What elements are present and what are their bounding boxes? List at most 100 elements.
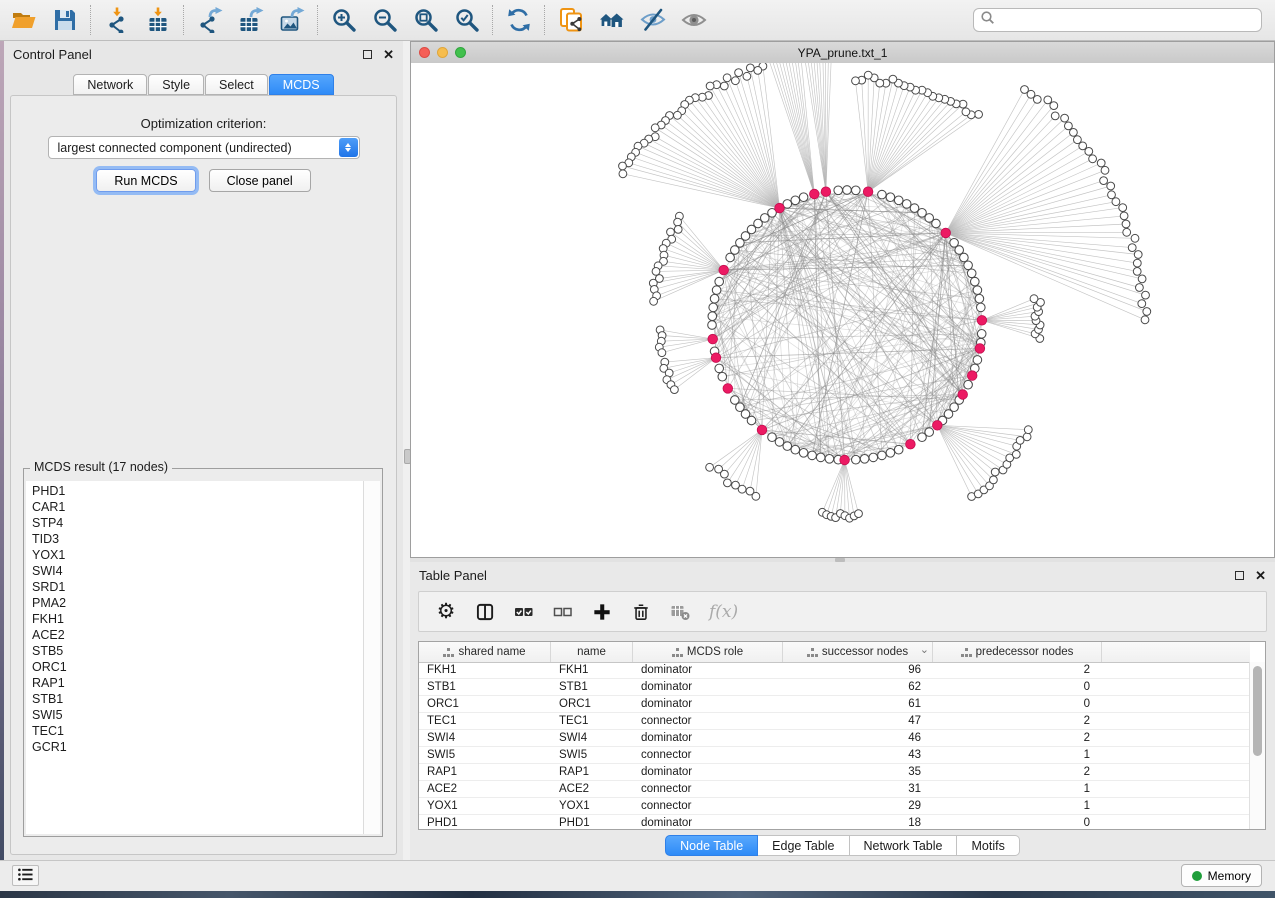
run-mcds-button[interactable]: Run MCDS [96, 169, 195, 192]
mcds-result-item[interactable]: SRD1 [32, 579, 364, 595]
table-row[interactable]: TEC1TEC1connector472 [419, 713, 1250, 730]
cell-MCDS-role[interactable]: connector [633, 800, 783, 812]
optimization-criterion-select[interactable]: largest connected component (undirected) [48, 136, 360, 159]
cell-shared-name[interactable]: PHD1 [419, 817, 551, 829]
cell-name[interactable]: FKH1 [551, 664, 633, 676]
cell-MCDS-role[interactable]: dominator [633, 698, 783, 710]
tab-node-table[interactable]: Node Table [665, 835, 758, 856]
delete-columns-icon[interactable] [631, 601, 651, 623]
column-header-predecessor-nodes[interactable]: predecessor nodes [933, 642, 1102, 662]
column-header-name[interactable]: name [551, 642, 633, 662]
cell-name[interactable]: YOX1 [551, 800, 633, 812]
cell-MCDS-role[interactable]: connector [633, 749, 783, 761]
search-input[interactable] [996, 10, 1261, 30]
add-column-icon[interactable] [592, 601, 612, 623]
column-header-successor-nodes[interactable]: successor nodes⌄ [783, 642, 933, 662]
cell-name[interactable]: TEC1 [551, 715, 633, 727]
import-network-icon[interactable] [103, 7, 130, 34]
zoom-in-icon[interactable] [330, 7, 357, 34]
cell-name[interactable]: RAP1 [551, 766, 633, 778]
result-list-scrollbar[interactable] [363, 481, 380, 834]
mcds-result-item[interactable]: GCR1 [32, 739, 364, 755]
cell-successor-nodes[interactable]: 47 [783, 715, 933, 727]
cell-shared-name[interactable]: STB1 [419, 681, 551, 693]
cell-successor-nodes[interactable]: 35 [783, 766, 933, 778]
cell-MCDS-role[interactable]: dominator [633, 817, 783, 829]
close-panel-icon[interactable]: ✕ [1255, 571, 1266, 580]
table-row[interactable]: ORC1ORC1dominator610 [419, 696, 1250, 713]
task-history-button[interactable] [12, 865, 39, 886]
cell-successor-nodes[interactable]: 61 [783, 698, 933, 710]
cell-predecessor-nodes[interactable]: 2 [933, 732, 1102, 744]
table-row[interactable]: SWI4SWI4dominator462 [419, 730, 1250, 747]
close-panel-icon[interactable]: ✕ [383, 50, 394, 59]
mcds-result-item[interactable]: SWI4 [32, 563, 364, 579]
cell-MCDS-role[interactable]: dominator [633, 766, 783, 778]
export-table-icon[interactable] [237, 7, 264, 34]
open-file-icon[interactable] [10, 7, 37, 34]
new-network-from-selection-icon[interactable] [557, 7, 584, 34]
tab-network[interactable]: Network [73, 74, 147, 95]
cell-successor-nodes[interactable]: 46 [783, 732, 933, 744]
cell-predecessor-nodes[interactable]: 0 [933, 817, 1102, 829]
cell-name[interactable]: STB1 [551, 681, 633, 693]
memory-button[interactable]: Memory [1181, 864, 1262, 887]
cell-shared-name[interactable]: TEC1 [419, 715, 551, 727]
tab-network-table[interactable]: Network Table [850, 835, 958, 856]
cell-predecessor-nodes[interactable]: 1 [933, 749, 1102, 761]
mcds-result-item[interactable]: STP4 [32, 515, 364, 531]
tab-select[interactable]: Select [205, 74, 268, 95]
table-row[interactable]: RAP1RAP1dominator352 [419, 764, 1250, 781]
save-session-icon[interactable] [51, 7, 78, 34]
cell-predecessor-nodes[interactable]: 0 [933, 698, 1102, 710]
tab-mcds[interactable]: MCDS [269, 74, 334, 95]
cell-name[interactable]: SWI5 [551, 749, 633, 761]
cell-predecessor-nodes[interactable]: 0 [933, 681, 1102, 693]
cell-MCDS-role[interactable]: connector [633, 715, 783, 727]
cell-MCDS-role[interactable]: dominator [633, 681, 783, 693]
cell-shared-name[interactable]: YOX1 [419, 800, 551, 812]
column-header-shared-name[interactable]: shared name [419, 642, 551, 662]
cell-shared-name[interactable]: SWI4 [419, 732, 551, 744]
cell-successor-nodes[interactable]: 62 [783, 681, 933, 693]
column-layout-icon[interactable] [475, 601, 495, 623]
mcds-result-item[interactable]: RAP1 [32, 675, 364, 691]
mcds-result-item[interactable]: STB1 [32, 691, 364, 707]
zoom-out-icon[interactable] [371, 7, 398, 34]
mcds-result-item[interactable]: YOX1 [32, 547, 364, 563]
tab-edge-table[interactable]: Edge Table [758, 835, 849, 856]
table-row[interactable]: YOX1YOX1connector291 [419, 798, 1250, 815]
mcds-result-item[interactable]: CAR1 [32, 499, 364, 515]
cell-shared-name[interactable]: SWI5 [419, 749, 551, 761]
cell-successor-nodes[interactable]: 43 [783, 749, 933, 761]
cell-successor-nodes[interactable]: 18 [783, 817, 933, 829]
cell-successor-nodes[interactable]: 29 [783, 800, 933, 812]
scrollbar-thumb[interactable] [1253, 666, 1262, 756]
tab-motifs[interactable]: Motifs [957, 835, 1019, 856]
cell-predecessor-nodes[interactable]: 1 [933, 800, 1102, 812]
cell-shared-name[interactable]: ORC1 [419, 698, 551, 710]
table-row[interactable]: STB1STB1dominator620 [419, 679, 1250, 696]
cell-shared-name[interactable]: RAP1 [419, 766, 551, 778]
search-box[interactable] [973, 8, 1262, 32]
tab-style[interactable]: Style [148, 74, 204, 95]
hide-selected-icon[interactable] [639, 7, 666, 34]
import-table-icon[interactable] [144, 7, 171, 34]
zoom-selected-icon[interactable] [453, 7, 480, 34]
cell-name[interactable]: ACE2 [551, 783, 633, 795]
cell-predecessor-nodes[interactable]: 2 [933, 766, 1102, 778]
float-panel-icon[interactable] [1235, 571, 1244, 580]
network-canvas[interactable] [411, 63, 1274, 557]
houses-icon[interactable] [598, 7, 625, 34]
column-header-MCDS-role[interactable]: MCDS role [633, 642, 783, 662]
cell-shared-name[interactable]: FKH1 [419, 664, 551, 676]
cell-successor-nodes[interactable]: 96 [783, 664, 933, 676]
table-row[interactable]: ACE2ACE2connector311 [419, 781, 1250, 798]
float-panel-icon[interactable] [363, 50, 372, 59]
cell-predecessor-nodes[interactable]: 2 [933, 715, 1102, 727]
select-all-columns-icon[interactable] [514, 601, 534, 623]
mcds-result-item[interactable]: ORC1 [32, 659, 364, 675]
mcds-result-item[interactable]: TEC1 [32, 723, 364, 739]
sort-indicator-icon[interactable]: ⌄ [920, 643, 929, 656]
mcds-result-item[interactable]: TID3 [32, 531, 364, 547]
